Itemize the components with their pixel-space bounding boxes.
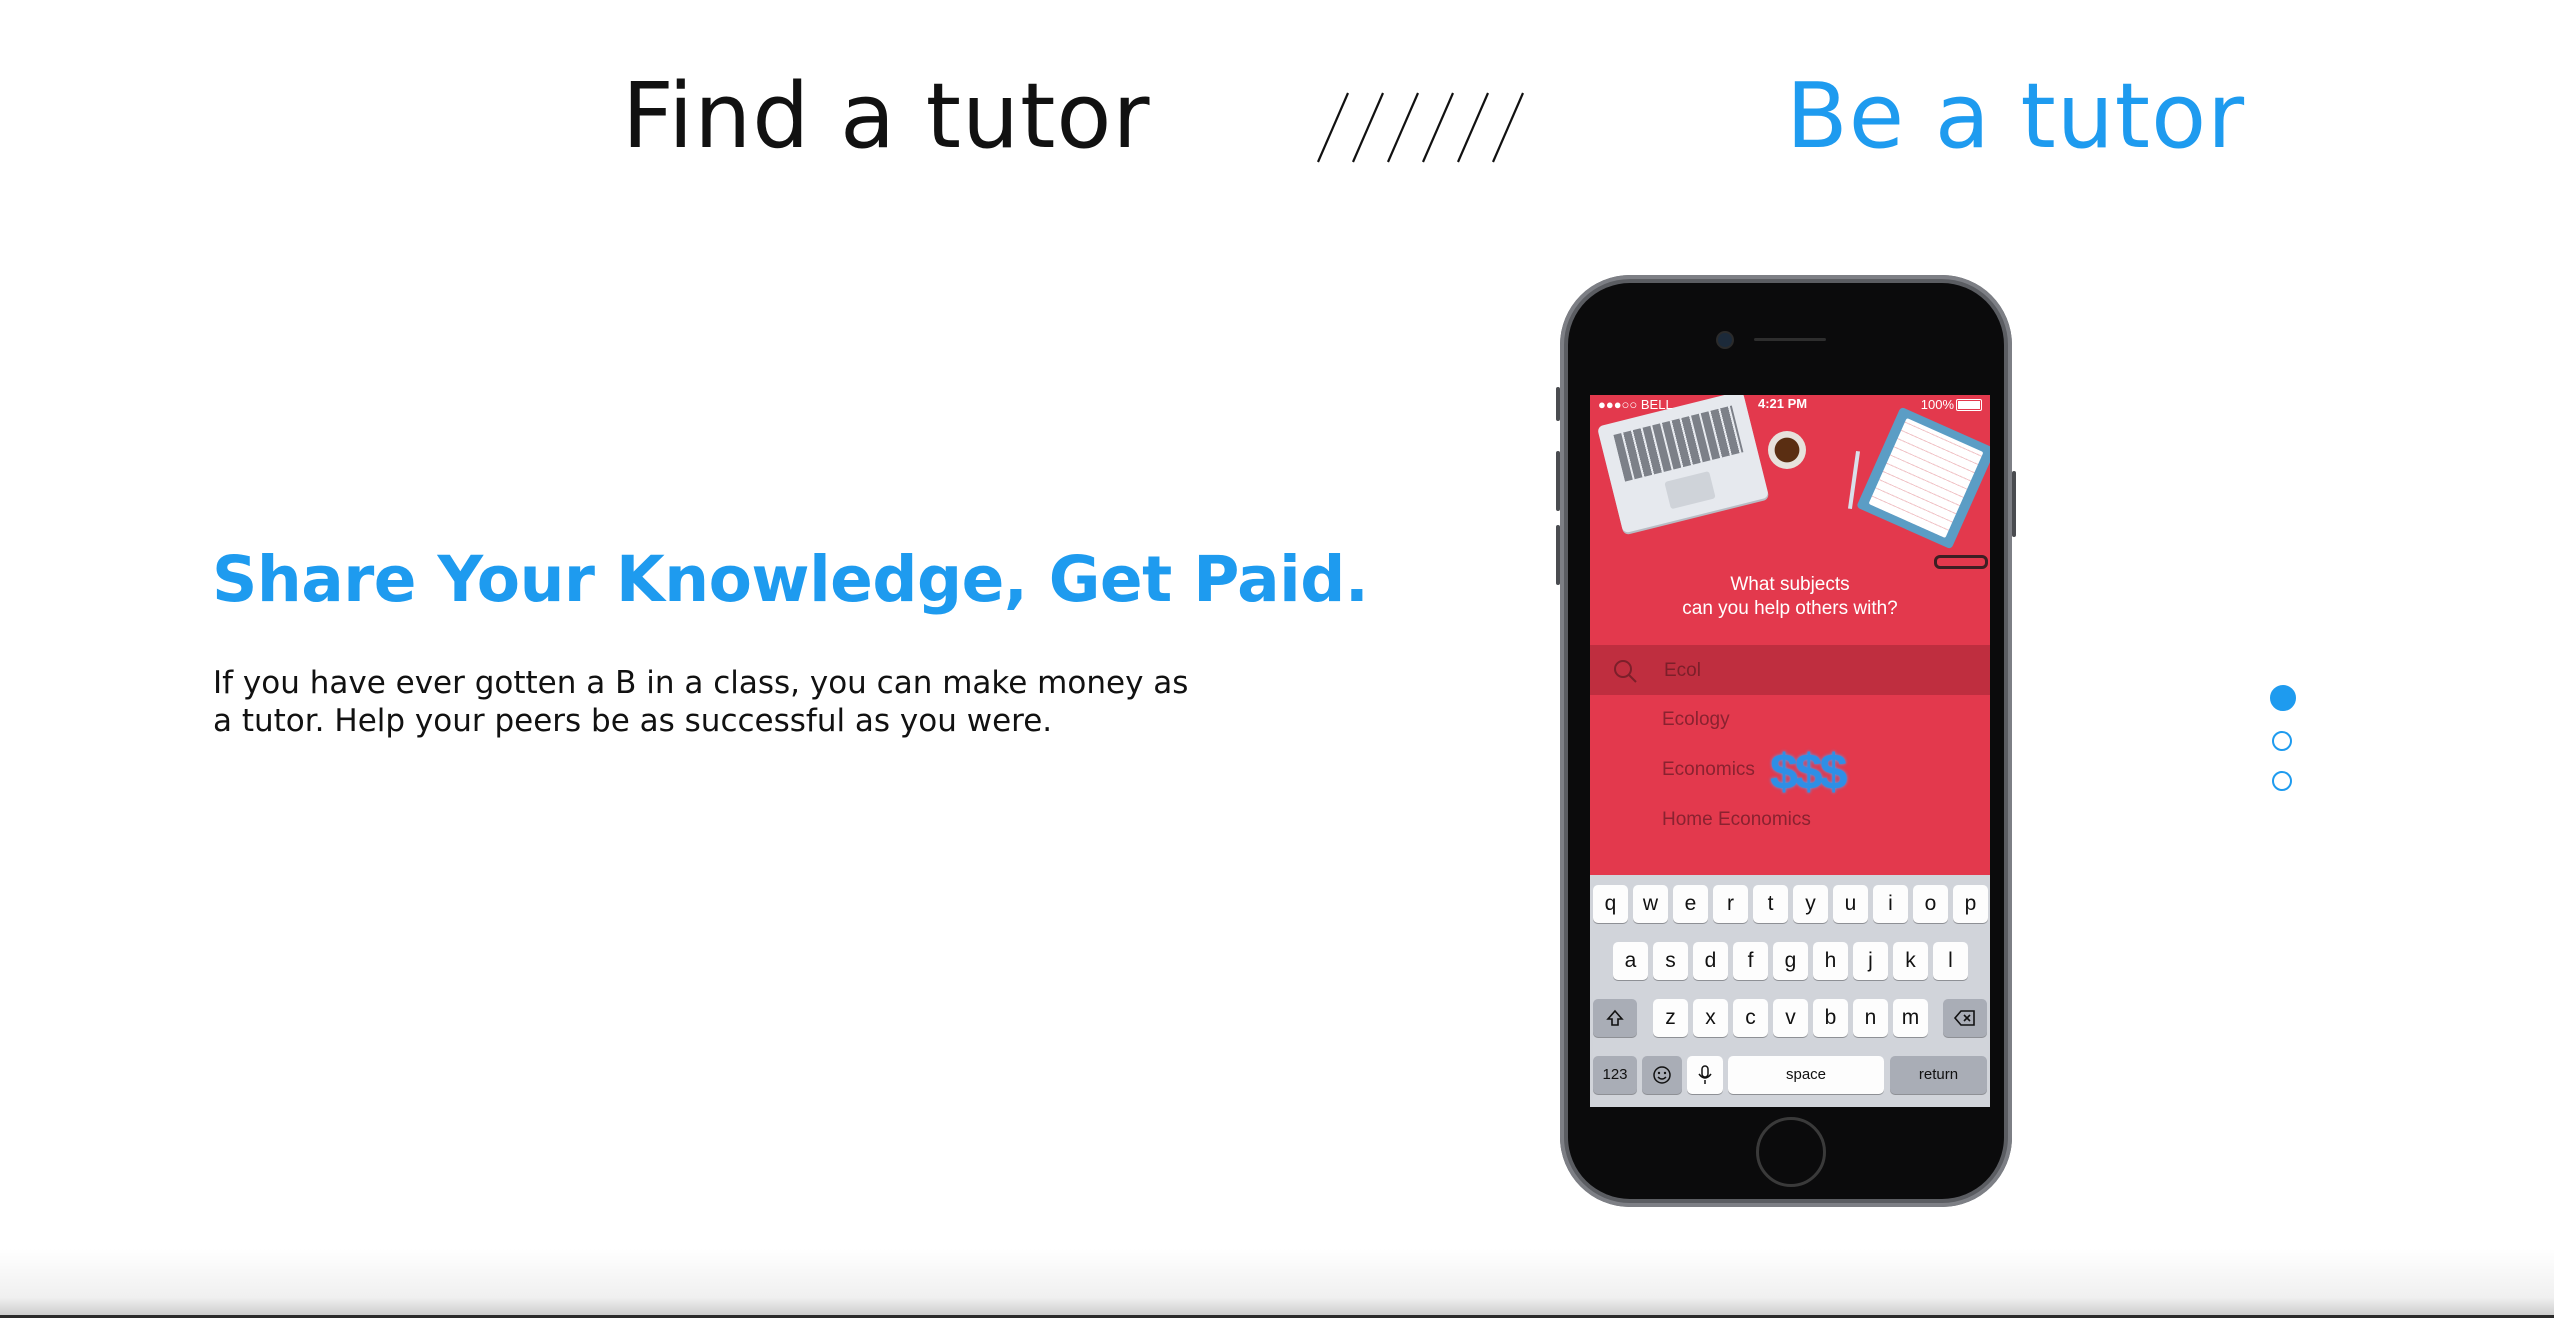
key-v[interactable]: v [1773, 999, 1808, 1037]
clock: 4:21 PM [1758, 396, 1808, 411]
pagination-dot-2[interactable] [2272, 731, 2292, 751]
key-w[interactable]: w [1633, 885, 1668, 923]
nav-find-a-tutor[interactable]: Find a tutor [622, 72, 1150, 162]
status-bar: ●●●○○ BELL 4:21 PM 100% [1590, 395, 1990, 413]
shift-key[interactable] [1593, 999, 1637, 1037]
coffee-cup-illustration [1768, 431, 1806, 469]
key-h[interactable]: h [1813, 942, 1848, 980]
key-e[interactable]: e [1673, 885, 1708, 923]
numbers-key[interactable]: 123 [1593, 1056, 1637, 1094]
subjects-question: What subjects can you help others with? [1682, 574, 1898, 619]
backspace-key[interactable] [1943, 999, 1987, 1037]
shift-icon [1606, 1010, 1624, 1027]
key-j[interactable]: j [1853, 942, 1888, 980]
volume-up-button [1556, 451, 1560, 511]
glasses-illustration [1934, 555, 1988, 569]
battery-icon [1956, 399, 1982, 411]
key-u[interactable]: u [1833, 885, 1868, 923]
phone-screen: ●●●○○ BELL 4:21 PM 100% What subjects ca… [1590, 395, 1990, 1107]
emoji-key[interactable] [1642, 1056, 1682, 1094]
key-d[interactable]: d [1693, 942, 1728, 980]
suggestion-item[interactable]: Economics [1662, 759, 1755, 781]
subject-search-bar[interactable] [1590, 645, 1990, 695]
front-camera-icon [1718, 333, 1732, 347]
key-q[interactable]: q [1593, 885, 1628, 923]
search-icon [1612, 658, 1638, 684]
hero-headline: Share Your Knowledge, Get Paid. [212, 543, 1369, 616]
key-r[interactable]: r [1713, 885, 1748, 923]
onscreen-keyboard: q w e r t y u i o p a s d f g h j k l z … [1590, 875, 1990, 1107]
dictation-key[interactable] [1687, 1056, 1723, 1094]
home-button[interactable] [1756, 1117, 1826, 1187]
pagination-dot-3[interactable] [2272, 771, 2292, 791]
section-pagination [2270, 685, 2296, 811]
power-button [2012, 471, 2016, 537]
key-z[interactable]: z [1653, 999, 1688, 1037]
subject-search-input[interactable] [1662, 655, 1966, 687]
microphone-icon [1698, 1065, 1712, 1085]
footer-shadow [0, 1248, 2554, 1318]
return-key[interactable]: return [1890, 1056, 1987, 1094]
key-p[interactable]: p [1953, 885, 1988, 923]
key-k[interactable]: k [1893, 942, 1928, 980]
key-g[interactable]: g [1773, 942, 1808, 980]
key-o[interactable]: o [1913, 885, 1948, 923]
battery-percent: 100% [1920, 397, 1954, 412]
hero-body: If you have ever gotten a B in a class, … [213, 665, 1189, 739]
key-i[interactable]: i [1873, 885, 1908, 923]
notebook-illustration [1856, 406, 1990, 550]
laptop-illustration [1596, 395, 1770, 534]
backspace-icon [1953, 1010, 1975, 1027]
key-x[interactable]: x [1693, 999, 1728, 1037]
volume-down-button [1556, 525, 1560, 585]
key-s[interactable]: s [1653, 942, 1688, 980]
emoji-icon [1653, 1066, 1671, 1085]
pagination-dot-1[interactable] [2270, 685, 2296, 711]
phone-bezel: ●●●○○ BELL 4:21 PM 100% What subjects ca… [1568, 283, 2004, 1199]
key-b[interactable]: b [1813, 999, 1848, 1037]
key-f[interactable]: f [1733, 942, 1768, 980]
earpiece-speaker [1754, 338, 1826, 341]
key-n[interactable]: n [1853, 999, 1888, 1037]
nav-be-a-tutor[interactable]: Be a tutor [1786, 72, 2245, 162]
suggestion-item[interactable]: Home Economics [1662, 809, 1811, 831]
phone-mockup: ●●●○○ BELL 4:21 PM 100% What subjects ca… [1556, 275, 2016, 1207]
key-y[interactable]: y [1793, 885, 1828, 923]
key-c[interactable]: c [1733, 999, 1768, 1037]
key-a[interactable]: a [1613, 942, 1648, 980]
suggestion-item[interactable]: Ecology [1662, 709, 1730, 731]
key-m[interactable]: m [1893, 999, 1928, 1037]
nav-separator [1316, 92, 1525, 163]
carrier-label: ●●●○○ BELL [1598, 397, 1673, 412]
space-key[interactable]: space [1728, 1056, 1884, 1094]
money-badge: $$$ [1770, 744, 1847, 800]
mute-switch [1556, 387, 1560, 421]
key-l[interactable]: l [1933, 942, 1968, 980]
key-t[interactable]: t [1753, 885, 1788, 923]
